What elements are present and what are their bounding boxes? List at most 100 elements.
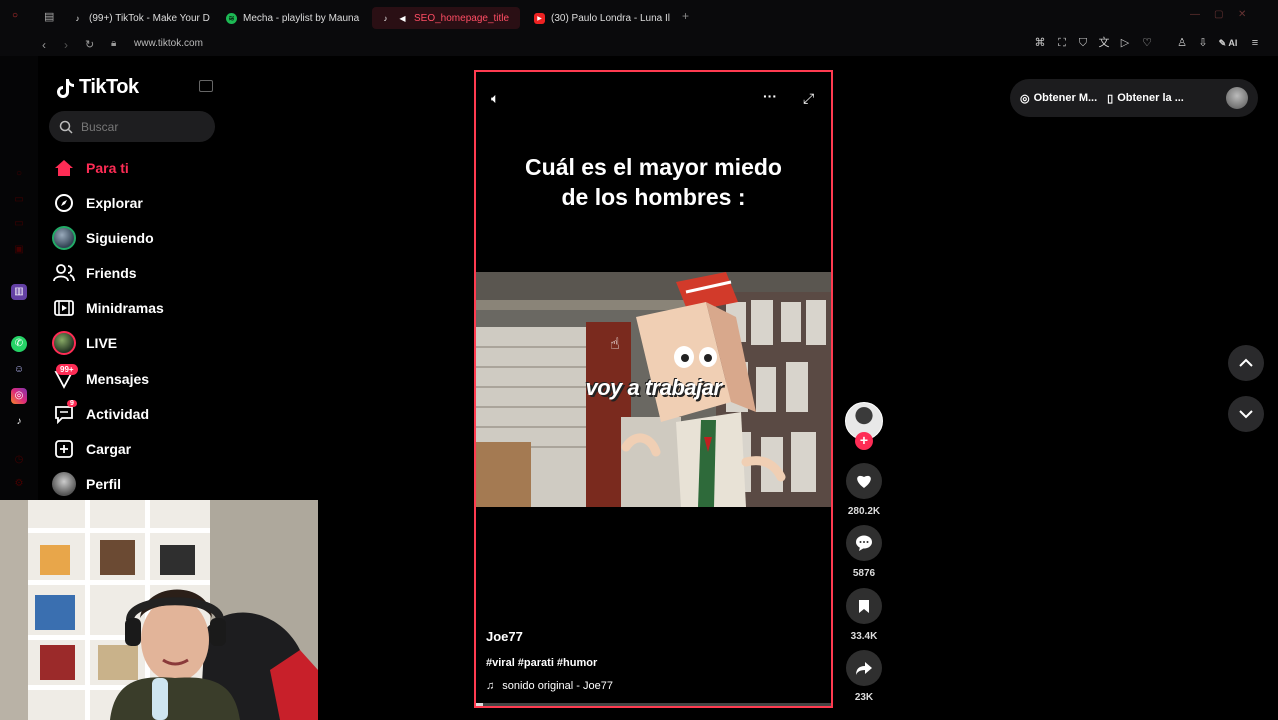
get-app-button[interactable]: ▯ Obtener la ...: [1107, 92, 1184, 105]
following-avatar-icon: [52, 226, 76, 250]
search-input[interactable]: [81, 119, 201, 134]
forward-icon[interactable]: ›: [64, 38, 68, 52]
comment-icon: [856, 535, 872, 551]
chevron-up-icon: [1239, 358, 1253, 367]
collapse-sidebar-icon[interactable]: [199, 80, 213, 92]
tiktok-icon: ♪: [383, 13, 388, 23]
sidebar-item-minidramas[interactable]: Minidramas: [52, 293, 164, 323]
rail-icon-4[interactable]: ▣: [11, 242, 27, 258]
coin-icon: ◎: [1020, 92, 1030, 105]
rail-icon-5[interactable]: ◷: [11, 452, 27, 468]
more-options-icon[interactable]: ···: [763, 88, 777, 104]
sidebar-item-explorar[interactable]: Explorar: [52, 188, 143, 218]
close-window-icon[interactable]: ✕: [1238, 9, 1246, 20]
get-app-label: Obtener la ...: [1117, 92, 1184, 104]
like-button[interactable]: [846, 463, 882, 499]
tab-label: (99+) TikTok - Make Your D: [89, 12, 210, 24]
like-count: 280.2K: [847, 506, 881, 517]
url-field[interactable]: www.tiktok.com: [134, 38, 203, 49]
video-scene-caption: voy a trabajar: [585, 375, 722, 400]
video-hashtags[interactable]: #viral #parati #humor: [486, 657, 597, 669]
sidebar-item-actividad[interactable]: 9 Actividad: [52, 399, 149, 429]
speaker-icon: ◀: [399, 13, 406, 23]
caption-line-1: Cuál es el mayor miedo: [525, 154, 782, 180]
menu-icon[interactable]: ≡: [1248, 36, 1262, 50]
comment-button[interactable]: [846, 525, 882, 561]
discord-icon[interactable]: ☺: [11, 362, 27, 378]
share-count: 23K: [854, 692, 874, 703]
maximize-icon[interactable]: ▢: [1214, 9, 1223, 20]
twitch-icon[interactable]: ▥: [11, 284, 27, 300]
sidebar-item-mensajes[interactable]: 99+ Mensajes: [52, 364, 149, 394]
caption-line-2: de los hombres :: [561, 184, 746, 210]
comment-count: 5876: [852, 568, 876, 579]
video-sound[interactable]: ♫ sonido original - Joe77: [486, 680, 613, 692]
tab-label: Mecha - playlist by Mauna: [243, 12, 360, 24]
rail-icon-6[interactable]: ⚙: [11, 476, 27, 492]
play-icon[interactable]: ▷: [1118, 36, 1132, 50]
rail-icon-2[interactable]: ▭: [11, 192, 27, 208]
activity-icon: 9: [52, 400, 77, 426]
sidebar-item-live[interactable]: LIVE: [52, 328, 117, 358]
video-author[interactable]: Joe77: [486, 629, 523, 644]
download-icon[interactable]: ⇩: [1196, 36, 1210, 50]
youtube-icon: ▶: [534, 12, 545, 24]
phone-icon: ▯: [1107, 92, 1114, 105]
browser-tab-spotify[interactable]: ≋ Mecha - playlist by Mauna: [218, 7, 366, 29]
whatsapp-icon[interactable]: ✆: [11, 336, 27, 352]
tab-label: SEO_homepage_title: [414, 12, 510, 24]
window-dot-icon: ○: [12, 10, 19, 21]
spotify-icon: ≋: [226, 12, 237, 24]
minimize-icon[interactable]: —: [1190, 9, 1200, 20]
rail-icon-1[interactable]: ○: [11, 166, 27, 182]
chevron-down-icon: [1239, 410, 1253, 419]
tab-overview-icon[interactable]: ▤: [44, 10, 54, 23]
compass-icon: [52, 191, 76, 215]
volume-icon[interactable]: 🔈︎: [491, 90, 499, 107]
video-player[interactable]: 🔈︎ ··· ⤢ Cuál es el mayor miedo de los h…: [474, 70, 833, 708]
tiktok-rail-icon[interactable]: ♪: [11, 414, 27, 430]
sidebar-item-label: Actividad: [86, 406, 150, 422]
translate-icon[interactable]: 文: [1097, 36, 1111, 50]
instagram-icon[interactable]: ◎: [11, 388, 27, 404]
sidebar-item-cargar[interactable]: Cargar: [52, 434, 131, 464]
snapshot-icon[interactable]: ⌘: [1033, 36, 1047, 50]
new-tab-icon[interactable]: +: [682, 9, 689, 23]
heart-outline-icon[interactable]: ♡: [1140, 36, 1154, 50]
sidebar-item-para-ti[interactable]: Para ti: [52, 153, 129, 183]
follow-plus-icon[interactable]: +: [855, 432, 873, 450]
messages-badge: 99+: [56, 364, 78, 375]
sidebar-item-friends[interactable]: Friends: [52, 258, 137, 288]
reload-icon[interactable]: ↻: [85, 38, 94, 51]
sound-label: sonido original - Joe77: [502, 680, 613, 692]
save-button[interactable]: [846, 588, 882, 624]
search-bar[interactable]: [49, 111, 215, 142]
user-avatar[interactable]: [1226, 87, 1248, 109]
activity-badge: 9: [67, 400, 77, 407]
share-button[interactable]: [846, 650, 882, 686]
back-icon[interactable]: ‹: [42, 38, 46, 52]
heart-icon: [857, 475, 871, 488]
rail-icon-3[interactable]: ▭: [11, 216, 27, 232]
tiktok-note-icon: [57, 78, 74, 98]
next-video-button[interactable]: [1228, 396, 1264, 432]
ai-button[interactable]: ✎ AI: [1215, 36, 1241, 50]
get-coins-button[interactable]: ◎ Obtener M...: [1020, 92, 1097, 105]
video-progress-bar[interactable]: [476, 703, 831, 706]
sidebar-item-siguiendo[interactable]: Siguiendo: [52, 223, 154, 253]
browser-tab-tiktok[interactable]: ♪ (99+) TikTok - Make Your D: [64, 7, 214, 29]
sidebar-item-perfil[interactable]: Perfil: [52, 469, 121, 499]
sidebar-item-label: Perfil: [86, 476, 122, 492]
video-progress-fill: [476, 703, 484, 706]
previous-video-button[interactable]: [1228, 345, 1264, 381]
lock-icon: 🔒︎: [111, 38, 117, 49]
sidebar-item-label: Siguiendo: [86, 230, 154, 246]
fullscreen-icon[interactable]: ⤢: [803, 90, 814, 107]
crop-icon[interactable]: ⛶: [1055, 36, 1069, 50]
tiktok-logo[interactable]: TikTok: [55, 76, 139, 99]
upload-icon: [52, 437, 76, 461]
browser-tab-youtube[interactable]: ▶ (30) Paulo Londra - Luna Il: [526, 7, 676, 29]
browser-tab-active[interactable]: ♪ ◀ SEO_homepage_title: [372, 7, 520, 29]
shield-icon[interactable]: ⛉: [1076, 36, 1090, 50]
account-icon[interactable]: ♙: [1175, 36, 1189, 50]
